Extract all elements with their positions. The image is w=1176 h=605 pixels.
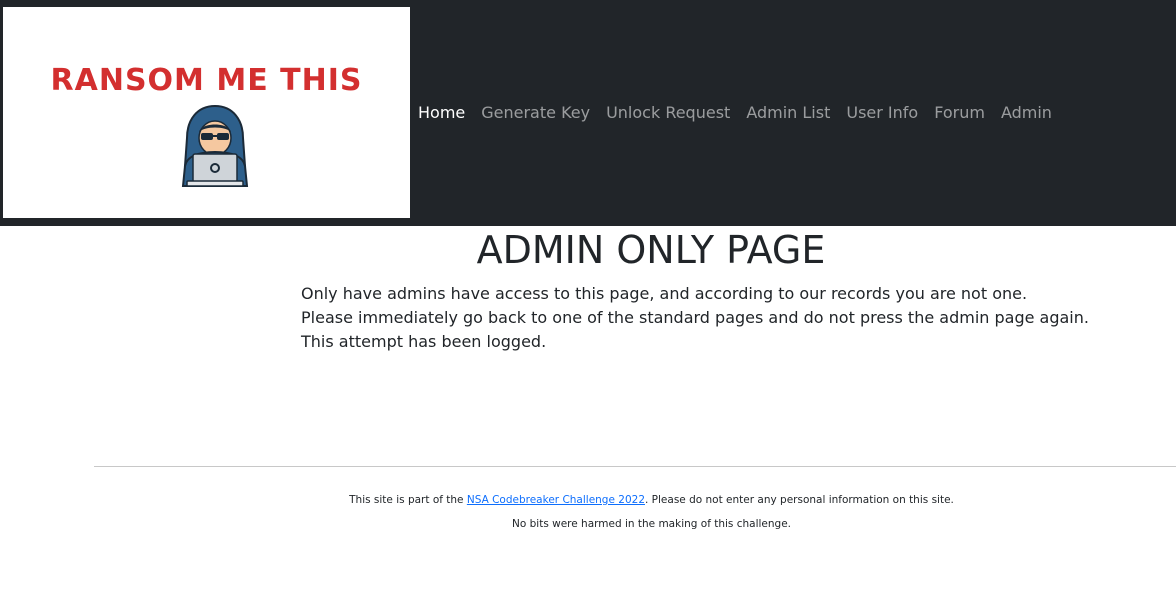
message-line: This attempt has been logged. [301, 332, 547, 351]
nav-forum-link[interactable]: Forum [934, 100, 985, 126]
nav-user-info-link[interactable]: User Info [846, 100, 918, 126]
logo-text: RANSOM ME THIS [50, 63, 363, 98]
message-line: Only have admins have access to this pag… [301, 284, 1028, 303]
access-denied-message: Only have admins have access to this pag… [301, 282, 1089, 354]
site-logo[interactable]: RANSOM ME THIS [3, 7, 410, 218]
top-navbar: RANSOM ME THIS Home Generate Key Unlock … [0, 0, 1176, 226]
codebreaker-challenge-link[interactable]: NSA Codebreaker Challenge 2022 [467, 494, 645, 506]
footer-divider [94, 466, 1176, 467]
nav-home-link[interactable]: Home [418, 100, 465, 126]
nav-admin-list-link[interactable]: Admin List [746, 100, 830, 126]
footer-tagline: No bits were harmed in the making of thi… [512, 518, 791, 530]
hacker-with-laptop-icon [181, 104, 249, 187]
nav-admin-link[interactable]: Admin [1001, 100, 1052, 126]
message-line: Please immediately go back to one of the… [301, 308, 1089, 327]
page-title: ADMIN ONLY PAGE [476, 228, 826, 272]
nav-generate-key-link[interactable]: Generate Key [481, 100, 590, 126]
footer: This site is part of the NSA Codebreaker… [94, 488, 1176, 536]
main-nav: Home Generate Key Unlock Request Admin L… [418, 100, 1068, 126]
footer-prefix-text: This site is part of the [349, 494, 467, 506]
footer-suffix-text: . Please do not enter any personal infor… [645, 494, 954, 506]
nav-unlock-request-link[interactable]: Unlock Request [606, 100, 730, 126]
footer-notice: This site is part of the NSA Codebreaker… [94, 488, 1176, 512]
